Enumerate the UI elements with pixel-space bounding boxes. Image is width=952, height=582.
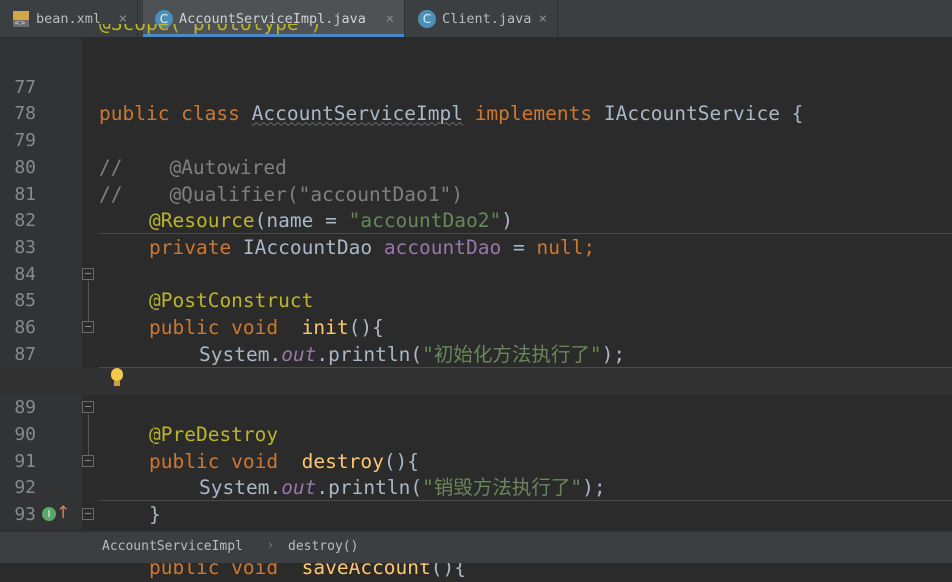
code-line[interactable]: 88 <box>0 342 952 391</box>
code-line[interactable]: 80 // @Qualifier("accountDao1") <box>0 128 952 206</box>
breadcrumb-item-class[interactable]: AccountServiceImpl <box>102 539 243 554</box>
fold-collapse-icon[interactable] <box>82 268 94 280</box>
code-line[interactable]: 79 // @Autowired <box>0 101 952 179</box>
method-separator <box>99 500 952 501</box>
lightbulb-icon[interactable] <box>110 368 124 388</box>
method-separator <box>99 233 952 234</box>
code-line[interactable]: 90 public void destroy(){ <box>0 395 952 473</box>
code-line[interactable]: 85 public void init(){ <box>0 262 952 339</box>
code-line[interactable]: 86 System.out.println("初始化方法执行了"); <box>0 288 952 366</box>
code-line[interactable]: 93 <box>0 475 952 525</box>
breadcrumb-item-method[interactable]: destroy() <box>288 539 358 554</box>
code-line[interactable]: 82 private IAccountDao accountDao = null… <box>0 182 952 259</box>
partial-annotation: @Scope("prototype") <box>99 24 322 38</box>
fold-end-icon[interactable] <box>82 455 94 467</box>
indent-guide <box>153 424 154 448</box>
code-line[interactable]: 92 } <box>0 449 952 526</box>
code-line[interactable]: 94 public void saveAccount(){ <box>0 502 952 580</box>
fold-line <box>88 414 89 455</box>
fold-collapse-icon[interactable] <box>82 401 94 413</box>
code-line-current[interactable]: 89 @PreDestroy <box>0 368 952 446</box>
code-line-partial: @Scope("prototype") <box>0 24 952 38</box>
code-line[interactable]: 78 <box>0 75 952 124</box>
breadcrumb-separator: › <box>268 538 274 553</box>
fold-end-icon[interactable] <box>82 321 94 333</box>
breadcrumb: AccountServiceImpl › destroy() <box>0 531 952 563</box>
code-line[interactable]: 81 @Resource(name = "accountDao2") <box>0 155 952 233</box>
implements-method-icon[interactable]: I <box>42 507 56 521</box>
indent-guide <box>153 290 154 314</box>
code-line[interactable]: 83 <box>0 208 952 258</box>
up-arrow-icon[interactable]: ↑ <box>56 503 70 523</box>
code-line[interactable]: 84 @PostConstruct <box>0 235 952 313</box>
fold-collapse-icon[interactable] <box>82 508 94 520</box>
code-line[interactable]: 87 } <box>0 315 952 393</box>
code-line[interactable]: 77 public class AccountServiceImpl imple… <box>0 48 952 126</box>
fold-line <box>88 281 89 321</box>
code-line[interactable]: 91 System.out.println("销毁方法执行了"); <box>0 422 952 500</box>
